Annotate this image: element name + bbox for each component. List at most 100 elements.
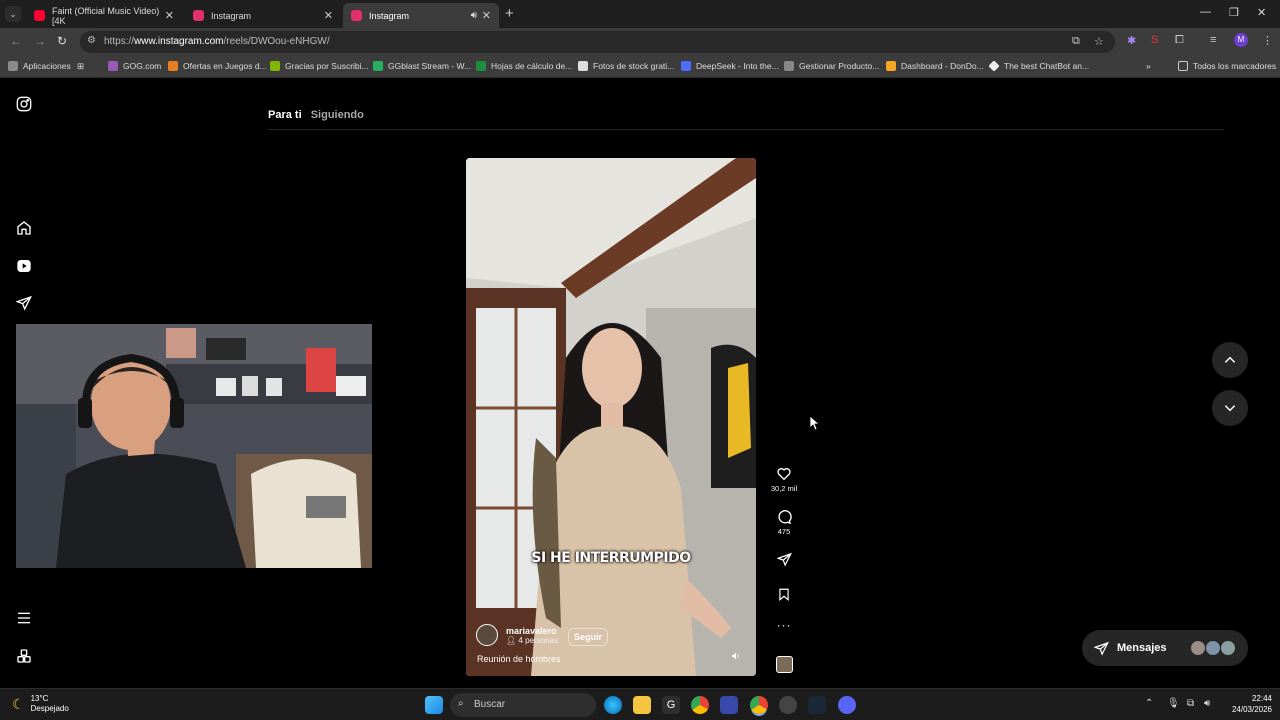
chevron-up-icon <box>1224 356 1236 363</box>
apps-grid-icon <box>8 61 18 71</box>
taskbar-search[interactable]: ⌕ Buscar <box>450 693 596 717</box>
bookmark-favicon-icon <box>108 61 118 71</box>
comment-action[interactable]: 475 <box>766 509 802 536</box>
bookmark-favicon-icon <box>270 61 280 71</box>
direct-messages-icon[interactable] <box>16 295 32 311</box>
app-g-icon[interactable]: G <box>662 696 680 714</box>
browser-tab-instagram-active[interactable]: Instagram 🔊︎ ✕ <box>343 3 499 28</box>
also-from-meta-icon[interactable] <box>16 648 32 664</box>
chrome-profile-icon[interactable] <box>750 696 768 714</box>
bookmark-icon <box>779 588 789 602</box>
close-tab-icon[interactable]: ✕ <box>165 9 174 22</box>
tab-para-ti[interactable]: Para ti <box>268 109 302 121</box>
app-vscode-icon[interactable] <box>720 696 738 714</box>
bookmark-gog[interactable]: GOG.com <box>108 61 161 71</box>
url-path: /reels/DWOou-eNHGW/ <box>223 36 330 47</box>
bookmarks-overflow-icon[interactable]: » <box>1146 61 1151 71</box>
forward-icon[interactable]: → <box>34 34 46 48</box>
more-menu-icon[interactable] <box>16 610 32 626</box>
system-clock[interactable]: 22:44 24/03/2026 <box>1222 693 1272 715</box>
bookmark-ofertas[interactable]: Ofertas en Juegos d... <box>168 61 267 71</box>
bookmark-label: Gracias por Suscribi... <box>285 61 369 71</box>
extension-s-icon[interactable]: S <box>1151 34 1158 46</box>
bookmark-fotos[interactable]: Fotos de stock grati... <box>578 61 674 71</box>
heart-icon <box>777 468 791 481</box>
bookmark-label: Gestionar Producto... <box>799 61 880 71</box>
reels-icon[interactable] <box>16 258 32 274</box>
minimize-icon[interactable]: — <box>1200 6 1211 18</box>
site-info-icon[interactable]: ⚙︎ <box>87 35 96 46</box>
next-reel-button[interactable] <box>1212 390 1248 426</box>
collaborators-count[interactable]: 👤︎ 4 personas <box>506 636 558 645</box>
messages-label: Mensajes <box>1117 642 1167 654</box>
browser-menu-icon[interactable]: ⋮ <box>1262 34 1273 47</box>
instagram-page: Para ti Siguiendo SI HE INTERRUMPIDO mar… <box>0 78 1280 688</box>
bookmark-deepseek[interactable]: DeepSeek - Into the... <box>681 61 779 71</box>
browser-tab-instagram[interactable]: Instagram ✕ <box>185 3 341 28</box>
browser-tab-youtube[interactable]: Faint (Official Music Video) [4K ✕ <box>26 3 182 28</box>
restore-icon[interactable]: ❐ <box>1229 6 1239 19</box>
bookmark-chatbot[interactable]: The best ChatBot an... <box>988 60 1090 72</box>
save-action[interactable] <box>766 587 802 602</box>
bookmark-gestionar[interactable]: Gestionar Producto... <box>784 61 879 71</box>
microphone-icon[interactable]: 🎙︎ <box>1167 698 1180 709</box>
close-window-icon[interactable]: ✕ <box>1257 6 1266 19</box>
home-icon[interactable] <box>16 220 32 236</box>
speaker-icon[interactable]: 🔊︎ <box>471 10 477 21</box>
file-explorer-icon[interactable] <box>633 696 651 714</box>
extension-gear-icon[interactable]: ✱ <box>1127 34 1136 47</box>
profile-avatar[interactable]: M <box>1234 33 1248 47</box>
bookmark-gracias[interactable]: Gracias por Suscribi... <box>270 61 369 71</box>
audio-thumbnail[interactable] <box>776 656 793 673</box>
back-icon[interactable]: ← <box>10 34 22 48</box>
bookmark-favicon-icon <box>578 61 588 71</box>
tab-title: Instagram <box>369 10 410 21</box>
extensions-puzzle-icon[interactable]: ⧠ <box>1175 34 1184 47</box>
browser-tab-strip: ⌄ Faint (Official Music Video) [4K ✕ Ins… <box>0 0 1280 28</box>
app-obs-icon[interactable] <box>779 696 797 714</box>
all-bookmarks-folder[interactable]: Todos los marcadores <box>1178 61 1276 71</box>
new-tab-button[interactable]: + <box>505 5 514 22</box>
steam-icon[interactable] <box>808 696 826 714</box>
bookmark-dashboard[interactable]: Dashboard - DonDo... <box>886 61 984 71</box>
bookmark-apps[interactable]: Aplicaciones <box>8 61 71 71</box>
install-app-icon[interactable]: ⧉ <box>1072 35 1080 48</box>
discord-icon[interactable] <box>838 696 856 714</box>
edge-icon[interactable] <box>604 696 622 714</box>
reel-author: mariavalero 👤︎ 4 personas <box>476 624 558 646</box>
reel-audio-label[interactable]: Reunión de hombres <box>477 654 561 664</box>
tab-search-menu-button[interactable]: ⌄ <box>5 6 21 22</box>
reload-icon[interactable]: ↻ <box>57 34 67 48</box>
previous-reel-button[interactable] <box>1212 342 1248 378</box>
bookmark-star-icon[interactable]: ☆ <box>1094 35 1104 48</box>
chrome-icon[interactable] <box>691 696 709 714</box>
more-options-icon[interactable]: ··· <box>766 618 802 632</box>
author-avatar[interactable] <box>476 624 498 646</box>
bookmark-label: The best ChatBot an... <box>1004 61 1090 71</box>
start-windows-icon[interactable] <box>425 696 443 714</box>
like-action[interactable]: 30,2 mil <box>766 466 802 493</box>
mute-toggle-icon[interactable] <box>731 651 741 664</box>
close-tab-icon[interactable]: ✕ <box>324 9 333 22</box>
volume-icon[interactable]: 🔊︎ <box>1204 698 1210 709</box>
close-tab-icon[interactable]: ✕ <box>482 9 491 22</box>
network-icon[interactable]: ⧉ <box>1187 698 1194 709</box>
comments-count: 475 <box>777 527 791 536</box>
address-bar[interactable]: ⚙︎ https://www.instagram.com/reels/DWOou… <box>80 31 1115 53</box>
instagram-logo-icon[interactable] <box>16 96 32 112</box>
tray-overflow-icon[interactable]: ⌃ <box>1145 698 1153 709</box>
bookmark-grid-button[interactable]: ⊞ <box>77 61 84 72</box>
search-icon: ⌕ <box>458 698 464 709</box>
tab-siguiendo[interactable]: Siguiendo <box>311 109 364 121</box>
tab-title: Faint (Official Music Video) [4K <box>52 5 160 26</box>
bookmark-ggblast[interactable]: GGblast Stream - W... <box>373 61 471 71</box>
messages-button[interactable]: Mensajes <box>1082 630 1248 666</box>
bookmark-hojas[interactable]: Hojas de cálculo de... <box>476 61 572 71</box>
author-username[interactable]: mariavalero <box>506 626 558 636</box>
share-action[interactable] <box>766 552 802 567</box>
weather-widget[interactable]: ☾ 13°C Despejado <box>12 694 69 714</box>
follow-button[interactable]: Seguir <box>568 628 609 646</box>
reel-video[interactable]: SI HE INTERRUMPIDO mariavalero 👤︎ 4 pers… <box>466 158 756 676</box>
bookmark-favicon-icon <box>988 60 1000 72</box>
media-controls-icon[interactable]: ≡ <box>1210 34 1216 46</box>
